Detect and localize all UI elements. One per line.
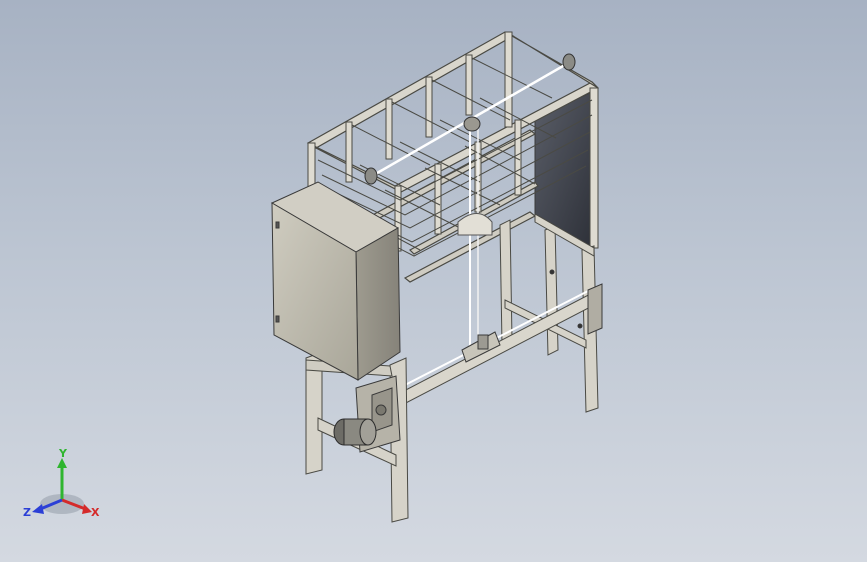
machine-model[interactable] xyxy=(270,31,603,523)
bottom-beam xyxy=(399,289,601,406)
motor xyxy=(333,418,377,446)
triad-y-label: Y xyxy=(58,448,68,460)
cabinet-latch-bottom xyxy=(275,315,280,323)
fastener xyxy=(549,269,555,275)
pulley-center xyxy=(463,116,481,132)
cabinet-side xyxy=(355,227,401,381)
triad-z-arrow xyxy=(32,504,44,514)
axis-triad: Y X Z xyxy=(23,448,100,519)
triad-z-label: Z xyxy=(23,506,31,519)
guide-plate xyxy=(457,213,493,236)
pulley-right xyxy=(562,53,576,71)
end-plate xyxy=(587,283,603,335)
cabinet-latch-top xyxy=(275,221,280,229)
pulley-left xyxy=(364,167,378,185)
right-legs xyxy=(499,213,599,413)
fastener xyxy=(577,323,583,329)
triad-x-label: X xyxy=(91,506,100,519)
graphics-viewport[interactable] xyxy=(0,0,867,562)
